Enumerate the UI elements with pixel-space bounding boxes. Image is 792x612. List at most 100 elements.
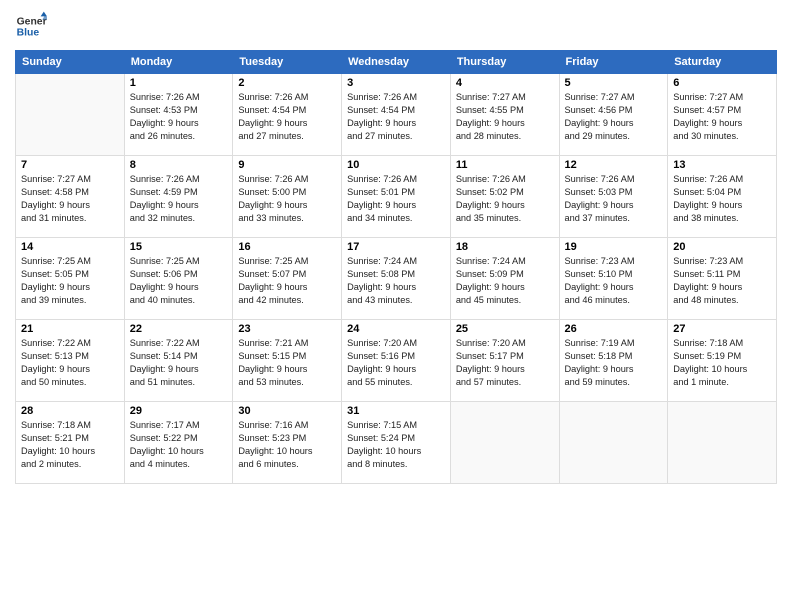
- calendar-cell: [16, 74, 125, 156]
- calendar-cell: 5 Sunrise: 7:27 AM Sunset: 4:56 PM Daylig…: [559, 74, 668, 156]
- day-info: Sunrise: 7:25 AM Sunset: 5:05 PM Dayligh…: [21, 255, 119, 307]
- svg-text:Blue: Blue: [17, 28, 40, 39]
- weekday-header-tuesday: Tuesday: [233, 51, 342, 74]
- week-row-1: 1Sunrise: 7:26 AM Sunset: 4:53 PM Daylig…: [16, 74, 777, 156]
- day-info: Sunrise: 7:18 AM Sunset: 5:21 PM Dayligh…: [21, 419, 119, 471]
- day-info: Sunrise: 7:26 AM Sunset: 5:04 PM Dayligh…: [673, 173, 771, 225]
- day-number: 10: [347, 159, 445, 171]
- day-info: Sunrise: 7:25 AM Sunset: 5:06 PM Dayligh…: [130, 255, 228, 307]
- day-info: Sunrise: 7:26 AM Sunset: 4:59 PM Dayligh…: [130, 173, 228, 225]
- day-number: 2: [238, 77, 336, 89]
- day-number: 27: [673, 323, 771, 335]
- week-row-5: 28Sunrise: 7:18 AM Sunset: 5:21 PM Dayli…: [16, 402, 777, 484]
- svg-text:General: General: [17, 16, 47, 27]
- day-info: Sunrise: 7:21 AM Sunset: 5:15 PM Dayligh…: [238, 337, 336, 389]
- day-number: 25: [456, 323, 554, 335]
- day-info: Sunrise: 7:20 AM Sunset: 5:17 PM Dayligh…: [456, 337, 554, 389]
- calendar-cell: 3 Sunrise: 7:26 AM Sunset: 4:54 PM Daylig…: [342, 74, 451, 156]
- day-info: Sunrise: 7:26 AM Sunset: 5:03 PM Dayligh…: [565, 173, 663, 225]
- calendar-cell: 27 Sunrise: 7:18 AM Sunset: 5:19 PM Dayli…: [668, 320, 777, 402]
- day-number: 31: [347, 405, 445, 417]
- day-number: 13: [673, 159, 771, 171]
- calendar-cell: 7Sunrise: 7:27 AM Sunset: 4:58 PM Daylig…: [16, 156, 125, 238]
- day-info: Sunrise: 7:24 AM Sunset: 5:09 PM Dayligh…: [456, 255, 554, 307]
- day-info: Sunrise: 7:27 AM Sunset: 4:57 PM Dayligh…: [673, 91, 771, 143]
- day-number: 16: [238, 241, 336, 253]
- calendar-cell: 26 Sunrise: 7:19 AM Sunset: 5:18 PM Dayli…: [559, 320, 668, 402]
- day-number: 23: [238, 323, 336, 335]
- day-info: Sunrise: 7:27 AM Sunset: 4:55 PM Dayligh…: [456, 91, 554, 143]
- day-info: Sunrise: 7:23 AM Sunset: 5:11 PM Dayligh…: [673, 255, 771, 307]
- calendar-cell: 31 Sunrise: 7:15 AM Sunset: 5:24 PM Dayli…: [342, 402, 451, 484]
- calendar-page: General Blue SundayMondayTuesdayWednesda…: [0, 0, 792, 612]
- weekday-header-wednesday: Wednesday: [342, 51, 451, 74]
- calendar-cell: 16 Sunrise: 7:25 AM Sunset: 5:07 PM Dayli…: [233, 238, 342, 320]
- weekday-header-friday: Friday: [559, 51, 668, 74]
- day-info: Sunrise: 7:16 AM Sunset: 5:23 PM Dayligh…: [238, 419, 336, 471]
- day-info: Sunrise: 7:18 AM Sunset: 5:19 PM Dayligh…: [673, 337, 771, 389]
- day-number: 22: [130, 323, 228, 335]
- day-number: 21: [21, 323, 119, 335]
- calendar-cell: 19Sunrise: 7:23 AM Sunset: 5:10 PM Dayli…: [559, 238, 668, 320]
- day-number: 24: [347, 323, 445, 335]
- week-row-4: 21 Sunrise: 7:22 AM Sunset: 5:13 PM Dayli…: [16, 320, 777, 402]
- day-number: 26: [565, 323, 663, 335]
- day-info: Sunrise: 7:25 AM Sunset: 5:07 PM Dayligh…: [238, 255, 336, 307]
- calendar-cell: 23 Sunrise: 7:21 AM Sunset: 5:15 PM Dayli…: [233, 320, 342, 402]
- day-number: 12: [565, 159, 663, 171]
- calendar-cell: 18 Sunrise: 7:24 AM Sunset: 5:09 PM Dayli…: [450, 238, 559, 320]
- calendar-cell: 22 Sunrise: 7:22 AM Sunset: 5:14 PM Dayli…: [124, 320, 233, 402]
- day-number: 29: [130, 405, 228, 417]
- day-number: 3: [347, 77, 445, 89]
- calendar-cell: 21 Sunrise: 7:22 AM Sunset: 5:13 PM Dayli…: [16, 320, 125, 402]
- day-number: 8: [130, 159, 228, 171]
- calendar-cell: 14 Sunrise: 7:25 AM Sunset: 5:05 PM Dayli…: [16, 238, 125, 320]
- day-info: Sunrise: 7:27 AM Sunset: 4:58 PM Dayligh…: [21, 173, 119, 225]
- calendar-cell: 9 Sunrise: 7:26 AM Sunset: 5:00 PM Daylig…: [233, 156, 342, 238]
- day-info: Sunrise: 7:26 AM Sunset: 4:54 PM Dayligh…: [238, 91, 336, 143]
- day-info: Sunrise: 7:22 AM Sunset: 5:13 PM Dayligh…: [21, 337, 119, 389]
- weekday-header-saturday: Saturday: [668, 51, 777, 74]
- calendar-cell: 6 Sunrise: 7:27 AM Sunset: 4:57 PM Daylig…: [668, 74, 777, 156]
- day-number: 18: [456, 241, 554, 253]
- calendar-cell: 17Sunrise: 7:24 AM Sunset: 5:08 PM Dayli…: [342, 238, 451, 320]
- calendar-cell: 12 Sunrise: 7:26 AM Sunset: 5:03 PM Dayli…: [559, 156, 668, 238]
- day-number: 4: [456, 77, 554, 89]
- page-header: General Blue: [15, 10, 777, 42]
- weekday-header-sunday: Sunday: [16, 51, 125, 74]
- day-info: Sunrise: 7:17 AM Sunset: 5:22 PM Dayligh…: [130, 419, 228, 471]
- day-number: 11: [456, 159, 554, 171]
- weekday-header-monday: Monday: [124, 51, 233, 74]
- day-info: Sunrise: 7:26 AM Sunset: 4:53 PM Dayligh…: [130, 91, 228, 143]
- day-number: 9: [238, 159, 336, 171]
- day-info: Sunrise: 7:26 AM Sunset: 4:54 PM Dayligh…: [347, 91, 445, 143]
- day-info: Sunrise: 7:20 AM Sunset: 5:16 PM Dayligh…: [347, 337, 445, 389]
- logo-icon: General Blue: [15, 10, 47, 42]
- calendar-cell: [668, 402, 777, 484]
- day-info: Sunrise: 7:22 AM Sunset: 5:14 PM Dayligh…: [130, 337, 228, 389]
- day-number: 17: [347, 241, 445, 253]
- day-number: 6: [673, 77, 771, 89]
- day-info: Sunrise: 7:19 AM Sunset: 5:18 PM Dayligh…: [565, 337, 663, 389]
- day-number: 15: [130, 241, 228, 253]
- calendar-cell: 2 Sunrise: 7:26 AM Sunset: 4:54 PM Daylig…: [233, 74, 342, 156]
- calendar-table: SundayMondayTuesdayWednesdayThursdayFrid…: [15, 50, 777, 484]
- calendar-cell: 8 Sunrise: 7:26 AM Sunset: 4:59 PM Daylig…: [124, 156, 233, 238]
- calendar-cell: [450, 402, 559, 484]
- calendar-cell: 11 Sunrise: 7:26 AM Sunset: 5:02 PM Dayli…: [450, 156, 559, 238]
- day-number: 5: [565, 77, 663, 89]
- day-info: Sunrise: 7:26 AM Sunset: 5:02 PM Dayligh…: [456, 173, 554, 225]
- week-row-3: 14 Sunrise: 7:25 AM Sunset: 5:05 PM Dayli…: [16, 238, 777, 320]
- weekday-header-thursday: Thursday: [450, 51, 559, 74]
- day-number: 30: [238, 405, 336, 417]
- day-number: 14: [21, 241, 119, 253]
- day-info: Sunrise: 7:26 AM Sunset: 5:00 PM Dayligh…: [238, 173, 336, 225]
- weekday-header-row: SundayMondayTuesdayWednesdayThursdayFrid…: [16, 51, 777, 74]
- day-info: Sunrise: 7:23 AM Sunset: 5:10 PM Dayligh…: [565, 255, 663, 307]
- calendar-cell: 28Sunrise: 7:18 AM Sunset: 5:21 PM Dayli…: [16, 402, 125, 484]
- logo: General Blue: [15, 10, 47, 42]
- day-info: Sunrise: 7:15 AM Sunset: 5:24 PM Dayligh…: [347, 419, 445, 471]
- calendar-cell: 1Sunrise: 7:26 AM Sunset: 4:53 PM Daylig…: [124, 74, 233, 156]
- calendar-cell: 30 Sunrise: 7:16 AM Sunset: 5:23 PM Dayli…: [233, 402, 342, 484]
- day-info: Sunrise: 7:27 AM Sunset: 4:56 PM Dayligh…: [565, 91, 663, 143]
